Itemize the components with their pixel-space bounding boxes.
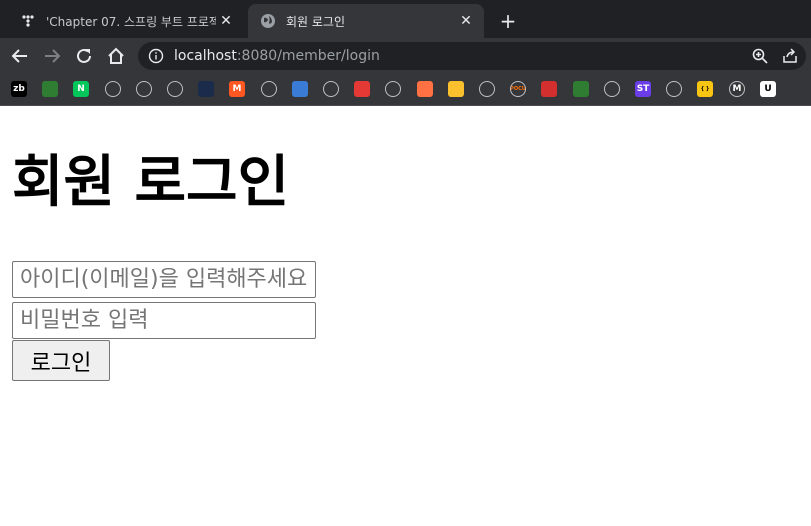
bookmark-pocu-icon[interactable]: POCU (510, 81, 526, 97)
login-button[interactable]: 로그인 (12, 340, 110, 381)
bookmark-zb-icon[interactable]: zb (11, 81, 27, 97)
bookmark-st-icon[interactable]: ST (635, 81, 651, 97)
browser-toolbar: localhost:8080/member/login (0, 38, 811, 74)
url-path: :8080/member/login (236, 48, 380, 64)
tab-member-login[interactable]: 회원 로그인 ✕ (248, 4, 484, 38)
tab-title: 'Chapter 07. 스프링 부트 프로젝트 (46, 14, 216, 29)
close-tab-icon[interactable]: ✕ (216, 11, 236, 31)
bookmark-globe-3-icon[interactable] (385, 81, 401, 97)
bookmark-globe-icon[interactable] (167, 81, 183, 97)
info-icon[interactable] (148, 48, 164, 64)
bookmark-dots-icon[interactable] (105, 81, 121, 97)
bookmark-github-icon[interactable] (136, 81, 152, 97)
bookmark-u-box-icon[interactable]: U (760, 81, 776, 97)
page-title: 회원 로그인 (12, 150, 290, 215)
dots-logo-icon (20, 13, 36, 29)
bookmark-oracle-icon[interactable] (541, 81, 557, 97)
back-arrow-icon[interactable] (8, 44, 32, 68)
address-bar[interactable]: localhost:8080/member/login (138, 42, 806, 70)
zoom-icon[interactable] (748, 42, 772, 70)
bookmark-fox-icon[interactable] (417, 81, 433, 97)
bookmark-note-icon[interactable] (448, 81, 464, 97)
bookmark-plane-icon[interactable] (198, 81, 214, 97)
bookmark-m-italic-icon[interactable]: M (729, 81, 745, 97)
bookmark-brackets-icon[interactable]: { } (697, 81, 713, 97)
bookmark-ball-red-icon[interactable] (354, 81, 370, 97)
password-input[interactable] (12, 302, 316, 339)
share-icon[interactable] (778, 42, 802, 70)
home-icon[interactable] (104, 44, 128, 68)
close-tab-icon[interactable]: ✕ (456, 11, 476, 31)
url-text: localhost:8080/member/login (174, 48, 380, 64)
tab-title: 회원 로그인 (286, 14, 346, 29)
bookmark-figure-2-icon[interactable] (666, 81, 682, 97)
id-email-input[interactable] (12, 261, 316, 298)
page-content: 회원 로그인 로그인 (0, 106, 811, 526)
bookmark-globe-2-icon[interactable] (261, 81, 277, 97)
tab-chapter07[interactable]: 'Chapter 07. 스프링 부트 프로젝트 ✕ (8, 4, 244, 38)
globe-icon (260, 13, 276, 29)
bookmark-naver-icon[interactable]: N (73, 81, 89, 97)
new-tab-icon[interactable]: + (496, 9, 520, 33)
bookmark-figure-icon[interactable] (479, 81, 495, 97)
bookmark-palm-icon[interactable] (604, 81, 620, 97)
reload-icon[interactable] (72, 44, 96, 68)
bookmark-star-icon[interactable] (323, 81, 339, 97)
bookmarks-bar: zb N M POCU ST{ } M U (0, 74, 811, 106)
url-host: localhost (174, 48, 237, 64)
bookmark-m-orange-icon[interactable]: M (229, 81, 245, 97)
bookmark-clock-green-icon[interactable] (42, 81, 58, 97)
forward-arrow-icon[interactable] (40, 44, 64, 68)
tab-strip: 'Chapter 07. 스프링 부트 프로젝트 ✕ 회원 로그인 ✕ + (0, 0, 811, 38)
bookmark-photo-icon[interactable] (292, 81, 308, 97)
bookmark-clock-green-2-icon[interactable] (573, 81, 589, 97)
